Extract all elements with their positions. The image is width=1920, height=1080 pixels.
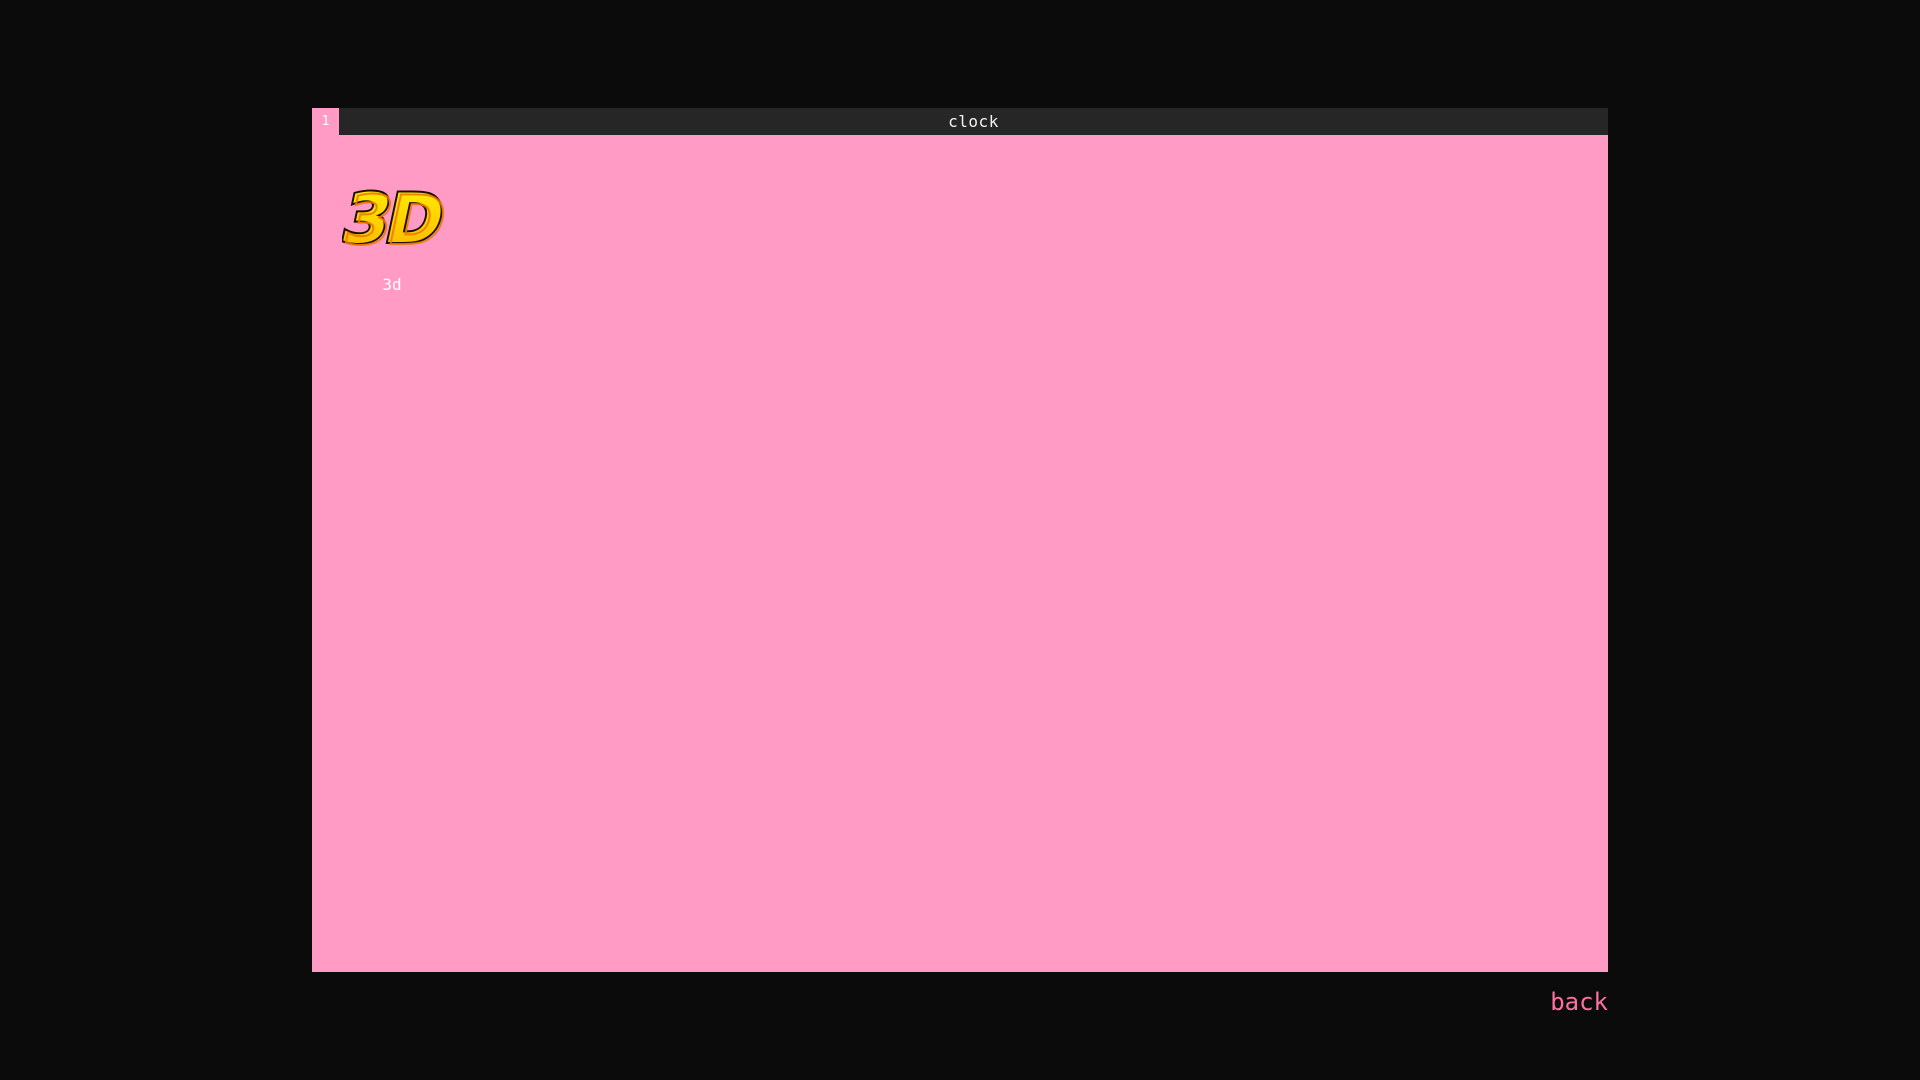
window-title: clock — [948, 112, 999, 131]
window-titlebar: 1 clock — [312, 108, 1608, 135]
3d-icon[interactable]: 3D 3D — [342, 178, 452, 262]
app-item-3d[interactable]: 3D 3D 3d — [342, 178, 452, 308]
window-number-badge: 1 — [312, 108, 339, 135]
app-label-3d: 3d — [382, 275, 402, 294]
svg-text:3D: 3D — [342, 182, 451, 261]
app-window: 1 clock 3D 3D 3d — [312, 108, 1608, 972]
back-button[interactable]: back — [1550, 987, 1608, 1017]
